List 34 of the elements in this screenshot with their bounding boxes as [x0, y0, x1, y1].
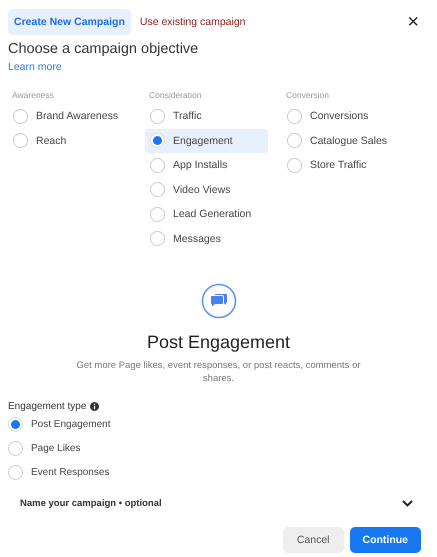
option-label: Event Responses	[31, 466, 110, 478]
continue-button[interactable]: Continue	[350, 527, 421, 553]
objective-option[interactable]: Conversions	[282, 104, 405, 128]
chat-bubbles-icon	[200, 283, 236, 319]
group-title: Consideration	[149, 90, 202, 100]
info-icon[interactable]	[90, 402, 100, 411]
tab[interactable]: Use existing campaign	[134, 9, 251, 35]
option-label: Post Engagement	[31, 418, 110, 430]
option-label: Page Likes	[31, 442, 80, 454]
chevron-icon[interactable]	[402, 500, 413, 507]
close-button[interactable]: ×	[407, 12, 429, 32]
section-label: Engagement type	[8, 401, 86, 412]
objective-option[interactable]: Store Traffic	[282, 153, 405, 178]
radio-button[interactable]	[8, 416, 23, 432]
learn-more-link[interactable]: Learn more	[8, 61, 62, 73]
group-title: Awareness	[12, 90, 54, 100]
objective-option[interactable]: Messages	[145, 226, 268, 251]
objective-option[interactable]: App Installs	[145, 153, 268, 178]
objective-option[interactable]: Traffic	[145, 104, 268, 128]
objective-option[interactable]: Brand Awareness	[8, 104, 131, 128]
radio-button[interactable]	[8, 440, 23, 456]
dialog-heading: Choose a campaign objective	[8, 41, 200, 57]
objective-option[interactable]: Catalogue Sales	[282, 128, 405, 153]
section-label: Name your campaign • optional	[20, 498, 162, 509]
objective-option[interactable]: Reach	[8, 128, 131, 153]
objective-description: Get more Page likes, event responses, or post reacts, comments or shares.	[75, 359, 362, 385]
group-title: Conversion	[286, 90, 329, 100]
objective-option[interactable]: Lead Generation	[145, 202, 268, 226]
tab[interactable]: Create New Campaign	[8, 9, 131, 35]
cancel-button[interactable]: Cancel	[282, 527, 344, 553]
objective-title: Post Engagement	[146, 332, 292, 353]
objective-option[interactable]: Video Views	[145, 178, 268, 202]
objective-option-highlighted[interactable]: Engagement	[145, 128, 268, 153]
radio-button[interactable]	[8, 464, 23, 480]
